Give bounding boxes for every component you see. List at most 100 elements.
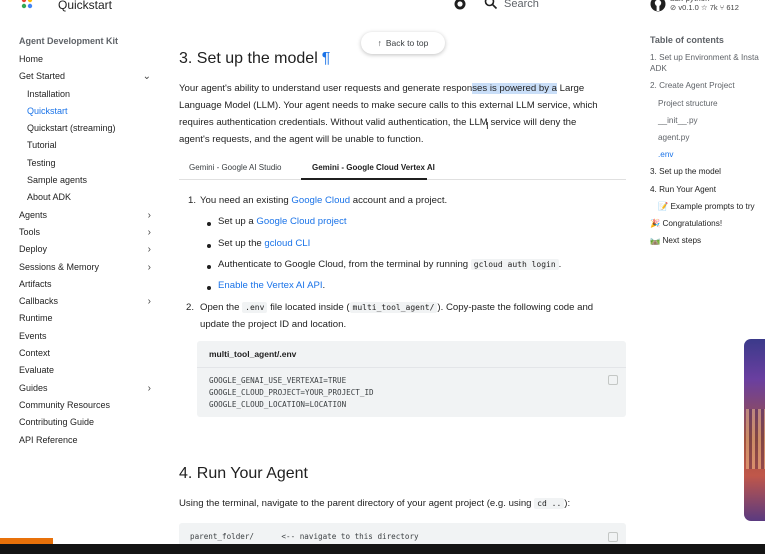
text-run: Authenticate to Google Cloud, from the t… [218, 259, 471, 270]
bullet-link[interactable]: Enable the Vertex AI API [218, 280, 323, 291]
toc-item[interactable]: 🛤️ Next steps [650, 235, 765, 246]
video-preview-thumbnail[interactable] [744, 339, 765, 521]
tag-icon: ⊘ [670, 3, 677, 12]
text-run: requires authentication credentials. Wit… [179, 117, 577, 128]
bullet-item: Set up a Google Cloud project [218, 216, 347, 227]
section-4-paragraph: Using the terminal, navigate to the pare… [179, 498, 570, 509]
sidebar-item[interactable]: Tutorial [19, 137, 159, 154]
env-file-code: .env [242, 302, 268, 313]
sidebar-item-label: Artifacts [19, 278, 52, 289]
section-3-title: 3. Set up the model [179, 50, 318, 67]
sidebar-item[interactable]: Callbacks › [19, 293, 159, 310]
toc-item[interactable]: 🎉 Congratulations! [650, 218, 765, 229]
sidebar-item[interactable]: Agents › [19, 207, 159, 224]
sidebar-item[interactable]: API Reference [19, 432, 159, 449]
toc-item[interactable]: ADK [650, 63, 765, 74]
code-line[interactable]: parent_folder/ <-- navigate to this dire… [190, 532, 419, 541]
sidebar-item[interactable]: About ADK [19, 189, 159, 206]
sidebar-item[interactable]: Contributing Guide [19, 414, 159, 431]
copy-icon[interactable] [608, 375, 618, 385]
sidebar-item[interactable]: Tools › [19, 224, 159, 241]
sidebar-item[interactable]: Context [19, 345, 159, 362]
bottom-bar [0, 544, 765, 554]
sidebar-item-label: Tools [19, 226, 41, 237]
text-run: Large [557, 83, 585, 94]
star-icon: ☆ [700, 3, 708, 12]
adk-logo-icon[interactable] [20, 0, 34, 10]
search-icon[interactable] [484, 0, 498, 10]
sidebar-item[interactable]: Testing [19, 155, 159, 172]
left-sidebar: Agent Development Kit Home Get Started ⌄ In… [19, 34, 159, 449]
permalink-anchor[interactable]: ¶ [322, 50, 331, 67]
toc-item[interactable]: Project structure [650, 98, 765, 109]
sidebar-item[interactable]: Installation [19, 86, 159, 103]
sidebar-item[interactable]: Artifacts [19, 276, 159, 293]
step-1-number: 1. [188, 195, 197, 206]
sidebar-item-label: About ADK [27, 192, 72, 203]
google-cloud-link[interactable]: Google Cloud [291, 195, 350, 206]
code-line[interactable]: GOOGLE_CLOUD_LOCATION=LOCATION [209, 400, 346, 409]
search-input[interactable]: Search [504, 0, 539, 10]
toc-item[interactable]: 4. Run Your Agent [650, 184, 765, 195]
sidebar-item-label: API Reference [19, 434, 78, 445]
sidebar-item[interactable]: Sessions & Memory › [19, 259, 159, 276]
bullet-item: Set up the gcloud CLI [218, 238, 310, 249]
step-1-text: You need an existing Google Cloud accoun… [200, 195, 447, 206]
paragraph-line: Your agent's ability to understand user … [179, 80, 629, 97]
text-cursor-icon: I [486, 121, 489, 132]
bullet-dot [207, 222, 211, 226]
toc-item[interactable]: __init__.py [650, 115, 765, 126]
text-run: . [558, 259, 562, 270]
toc-item[interactable]: 1. Set up Environment & Insta [650, 52, 765, 63]
copy-icon[interactable] [608, 532, 618, 542]
chevron-right-icon: › [147, 382, 151, 394]
sidebar-item-label: Tutorial [27, 140, 57, 151]
brightness-icon[interactable] [453, 0, 467, 11]
bullet-link[interactable]: Google Cloud project [256, 216, 346, 227]
bullet-dot [207, 286, 211, 290]
sidebar-item[interactable]: Community Resources [19, 397, 159, 414]
github-icon[interactable] [650, 0, 666, 12]
step-2-line2: update the project ID and location. [200, 319, 347, 330]
toc-heading: Table of contents [650, 35, 724, 45]
env-codeblock: multi_tool_agent/.env GOOGLE_GENAI_USE_V… [197, 341, 626, 417]
toc-item[interactable]: 2. Create Agent Project [650, 80, 765, 91]
sidebar-item-label: Contributing Guide [19, 417, 95, 428]
code-line[interactable]: GOOGLE_GENAI_USE_VERTEXAI=TRUE [209, 376, 346, 385]
back-to-top-button[interactable]: ↑ Back to top [361, 32, 445, 54]
toc-item[interactable]: agent.py [650, 132, 765, 143]
text-run: Language Model (LLM). Your agent needs t… [179, 100, 598, 111]
sidebar-item-label: Sample agents [27, 175, 88, 186]
sidebar-item[interactable]: Guides › [19, 380, 159, 397]
step-2-a: Open the [200, 302, 243, 313]
toc-list: 1. Set up Environment & Insta ADK 2. Creat… [650, 52, 765, 246]
sidebar-heading[interactable]: Agent Development Kit [19, 34, 159, 51]
tab-vertex-ai[interactable]: Gemini - Google Cloud Vertex AI [312, 163, 435, 172]
sidebar-item[interactable]: Sample agents [19, 172, 159, 189]
sidebar-item[interactable]: Home [19, 51, 159, 68]
repo-stats[interactable]: ⊘ v0.1.0 ☆ 7k ⑂ 612 [670, 3, 739, 12]
sidebar-item[interactable]: Runtime [19, 310, 159, 327]
toc-item[interactable]: 3. Set up the model [650, 166, 765, 177]
toc-item[interactable]: 📝 Example prompts to try [650, 201, 765, 212]
bullet-item: Enable the Vertex AI API. [218, 280, 325, 291]
toc-item[interactable]: .env [650, 149, 765, 160]
repo-forks: 612 [726, 3, 739, 12]
bullet-dot [207, 244, 211, 248]
sidebar-item[interactable]: Evaluate [19, 362, 159, 379]
code-line[interactable]: GOOGLE_CLOUD_PROJECT=YOUR_PROJECT_ID [209, 388, 374, 397]
sidebar-item[interactable]: Quickstart [19, 103, 159, 120]
sidebar-item[interactable]: Deploy › [19, 241, 159, 258]
section-3-paragraph: Your agent's ability to understand user … [179, 80, 629, 148]
section-4-post: ): [564, 498, 571, 509]
site-title[interactable]: Quickstart [58, 0, 112, 12]
bullet-dot [207, 265, 211, 269]
sidebar-item[interactable]: Events [19, 328, 159, 345]
sidebar-item[interactable]: Get Started ⌄ [19, 68, 159, 85]
sidebar-item-label: Deploy [19, 244, 48, 255]
sidebar-item[interactable]: Quickstart (streaming) [19, 120, 159, 137]
inline-code: gcloud auth login [470, 259, 559, 270]
cd-code: cd .. [534, 498, 565, 509]
tab-google-ai-studio[interactable]: Gemini - Google AI Studio [189, 163, 282, 172]
bullet-link[interactable]: gcloud CLI [264, 238, 310, 249]
